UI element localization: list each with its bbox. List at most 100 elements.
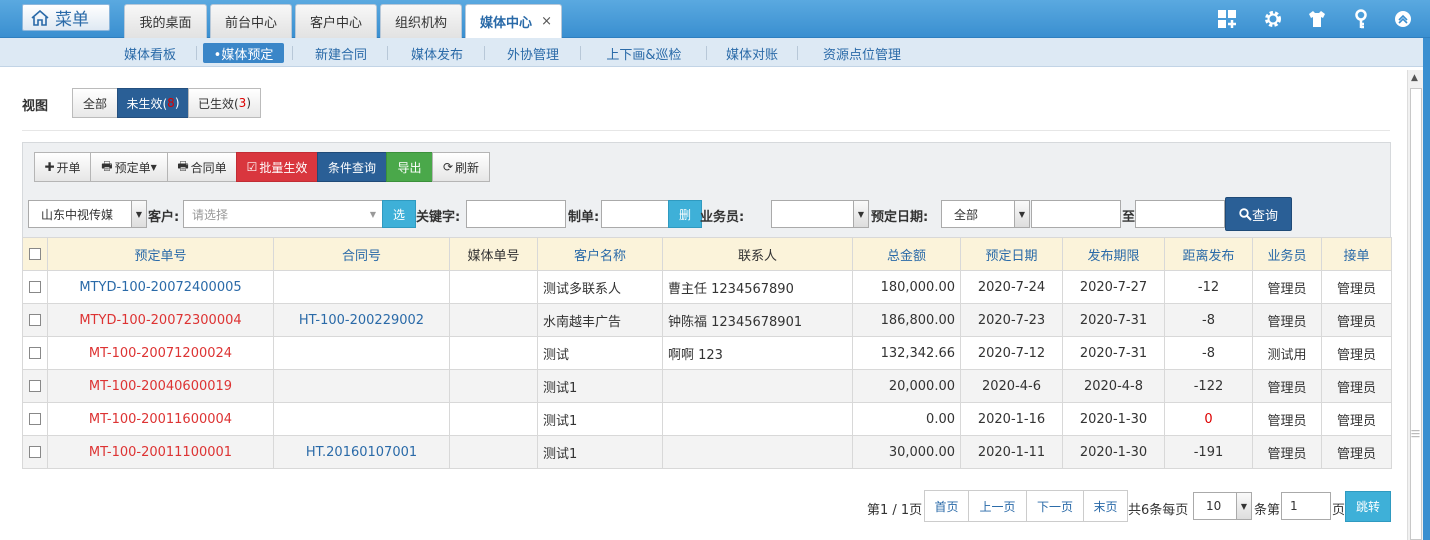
subnav-install-inspect[interactable]: 上下画&巡检 bbox=[590, 43, 698, 63]
subnav-resource-points[interactable]: 资源点位管理 bbox=[806, 43, 918, 63]
view-all-button[interactable]: 全部 bbox=[72, 88, 118, 118]
col-distance[interactable]: 距离发布 bbox=[1164, 237, 1253, 271]
caret-down-icon[interactable]: ▼ bbox=[853, 201, 868, 227]
sub-navigation: 媒体看板 •媒体预定 新建合同 媒体发布 外协管理 上下画&巡检 媒体对账 资源… bbox=[0, 38, 1430, 67]
apps-icon[interactable] bbox=[1216, 8, 1238, 30]
order-link[interactable]: MT-100-20011100001 bbox=[47, 435, 274, 469]
contract-link[interactable] bbox=[273, 270, 450, 304]
prev-page-button[interactable]: 上一页 bbox=[968, 490, 1027, 522]
order-link[interactable]: MTYD-100-20072400005 bbox=[47, 270, 274, 304]
contract-link[interactable] bbox=[273, 369, 450, 403]
table-row[interactable]: MT-100-20011100001 HT.20160107001 测试1 30… bbox=[22, 435, 1392, 469]
first-page-button[interactable]: 首页 bbox=[924, 490, 969, 522]
view-active-button[interactable]: 已生效(3) bbox=[188, 88, 261, 118]
menu-button[interactable]: 菜单 bbox=[22, 4, 110, 31]
col-amount[interactable]: 总金额 bbox=[852, 237, 961, 271]
caret-down-icon[interactable]: ▼ bbox=[1014, 201, 1029, 227]
company-select[interactable]: 山东中视传媒 ▼ bbox=[28, 200, 147, 228]
divider bbox=[387, 46, 388, 60]
export-button[interactable]: 导出 bbox=[386, 152, 433, 182]
select-all-checkbox[interactable] bbox=[22, 237, 48, 271]
row-checkbox[interactable] bbox=[22, 402, 48, 436]
tab-front-center[interactable]: 前台中心 bbox=[210, 4, 292, 38]
booking-table: 预定单号 合同号 媒体单号 客户名称 联系人 总金额 预定日期 发布期限 距离发… bbox=[22, 237, 1392, 469]
scroll-thumb[interactable] bbox=[1410, 88, 1422, 540]
jump-button[interactable]: 跳转 bbox=[1345, 491, 1391, 522]
scroll-up-icon[interactable]: ▲ bbox=[1411, 73, 1418, 83]
maker-input[interactable] bbox=[601, 200, 669, 228]
order-link[interactable]: MT-100-20071200024 bbox=[47, 336, 274, 370]
customer-name: 测试多联系人 bbox=[537, 270, 663, 304]
close-icon[interactable]: × bbox=[541, 14, 552, 29]
caret-down-icon[interactable]: ▼ bbox=[1236, 493, 1251, 519]
distance: -8 bbox=[1164, 303, 1253, 337]
row-checkbox[interactable] bbox=[22, 336, 48, 370]
gear-icon[interactable] bbox=[1262, 8, 1284, 30]
contract-link[interactable] bbox=[273, 336, 450, 370]
table-row[interactable]: MT-100-20071200024 测试 啊啊 123 132,342.66 … bbox=[22, 336, 1392, 370]
subnav-new-contract[interactable]: 新建合同 bbox=[302, 43, 380, 63]
subnav-media-booking[interactable]: •媒体预定 bbox=[203, 43, 284, 63]
subnav-media-reconcile[interactable]: 媒体对账 bbox=[714, 43, 790, 63]
page-size-select[interactable]: 10 ▼ bbox=[1193, 492, 1252, 520]
subnav-outsource[interactable]: 外协管理 bbox=[494, 43, 572, 63]
row-checkbox[interactable] bbox=[22, 270, 48, 304]
query-button[interactable]: 查询 bbox=[1225, 197, 1292, 231]
col-media-no[interactable]: 媒体单号 bbox=[449, 237, 538, 271]
date-from-input[interactable] bbox=[1031, 200, 1121, 228]
col-contract-no[interactable]: 合同号 bbox=[273, 237, 450, 271]
tab-organization[interactable]: 组织机构 bbox=[380, 4, 462, 38]
customer-select-button[interactable]: 选 bbox=[382, 200, 416, 228]
table-row[interactable]: MTYD-100-20072400005 测试多联系人 曹主任 12345678… bbox=[22, 270, 1392, 304]
contract-link[interactable]: HT.20160107001 bbox=[273, 435, 450, 469]
order-link[interactable]: MT-100-20040600019 bbox=[47, 369, 274, 403]
last-page-button[interactable]: 末页 bbox=[1083, 490, 1128, 522]
col-receiver[interactable]: 接单 bbox=[1321, 237, 1392, 271]
condition-query-button[interactable]: 条件查询 bbox=[317, 152, 387, 182]
maker-delete-button[interactable]: 删 bbox=[668, 200, 702, 228]
amount: 20,000.00 bbox=[852, 369, 961, 403]
col-deadline[interactable]: 发布期限 bbox=[1062, 237, 1165, 271]
grip-icon: — — — bbox=[1411, 426, 1420, 442]
col-contact[interactable]: 联系人 bbox=[662, 237, 853, 271]
row-checkbox[interactable] bbox=[22, 435, 48, 469]
tab-media-center[interactable]: 媒体中心 × bbox=[465, 4, 562, 38]
next-page-button[interactable]: 下一页 bbox=[1026, 490, 1084, 522]
scrollbar[interactable]: ▲ — — — bbox=[1407, 70, 1423, 540]
subnav-media-board[interactable]: 媒体看板 bbox=[112, 43, 188, 63]
contract-link[interactable] bbox=[273, 402, 450, 436]
open-order-button[interactable]: ✚ 开单 bbox=[34, 152, 91, 182]
col-customer[interactable]: 客户名称 bbox=[537, 237, 663, 271]
col-salesman[interactable]: 业务员 bbox=[1252, 237, 1322, 271]
goto-page-input[interactable]: 1 bbox=[1281, 492, 1331, 520]
contract-print-button[interactable]: 🖶 合同单 bbox=[167, 152, 237, 182]
contract-link[interactable]: HT-100-200229002 bbox=[273, 303, 450, 337]
table-row[interactable]: MT-100-20011600004 测试1 0.00 2020-1-16 20… bbox=[22, 402, 1392, 436]
customer-select[interactable]: 请选择 ▼ bbox=[183, 200, 383, 228]
view-pending-button[interactable]: 未生效(8) bbox=[117, 88, 189, 118]
booking-print-button[interactable]: 🖶 预定单 ▼ bbox=[90, 152, 168, 182]
order-link[interactable]: MTYD-100-20072300004 bbox=[47, 303, 274, 337]
tab-customer-center[interactable]: 客户中心 bbox=[295, 4, 377, 38]
tab-my-desktop[interactable]: 我的桌面 bbox=[124, 4, 207, 38]
caret-down-icon[interactable]: ▼ bbox=[131, 201, 146, 227]
subnav-media-publish[interactable]: 媒体发布 bbox=[398, 43, 476, 63]
date-range-select[interactable]: 全部 ▼ bbox=[941, 200, 1030, 228]
table-row[interactable]: MT-100-20040600019 测试1 20,000.00 2020-4-… bbox=[22, 369, 1392, 403]
collapse-up-icon[interactable] bbox=[1392, 8, 1414, 30]
col-booking-date[interactable]: 预定日期 bbox=[960, 237, 1063, 271]
booking-date: 2020-1-16 bbox=[960, 402, 1063, 436]
batch-activate-button[interactable]: ☑ 批量生效 bbox=[236, 152, 318, 182]
amount: 132,342.66 bbox=[852, 336, 961, 370]
salesman-select[interactable]: ▼ bbox=[771, 200, 869, 228]
date-to-input[interactable] bbox=[1135, 200, 1225, 228]
order-link[interactable]: MT-100-20011600004 bbox=[47, 402, 274, 436]
key-icon[interactable] bbox=[1350, 8, 1372, 30]
row-checkbox[interactable] bbox=[22, 303, 48, 337]
keyword-input[interactable] bbox=[466, 200, 566, 228]
table-row[interactable]: MTYD-100-20072300004 HT-100-200229002 水南… bbox=[22, 303, 1392, 337]
row-checkbox[interactable] bbox=[22, 369, 48, 403]
refresh-button[interactable]: ⟳ 刷新 bbox=[432, 152, 490, 182]
shirt-icon[interactable] bbox=[1306, 8, 1328, 30]
col-order-no[interactable]: 预定单号 bbox=[47, 237, 274, 271]
